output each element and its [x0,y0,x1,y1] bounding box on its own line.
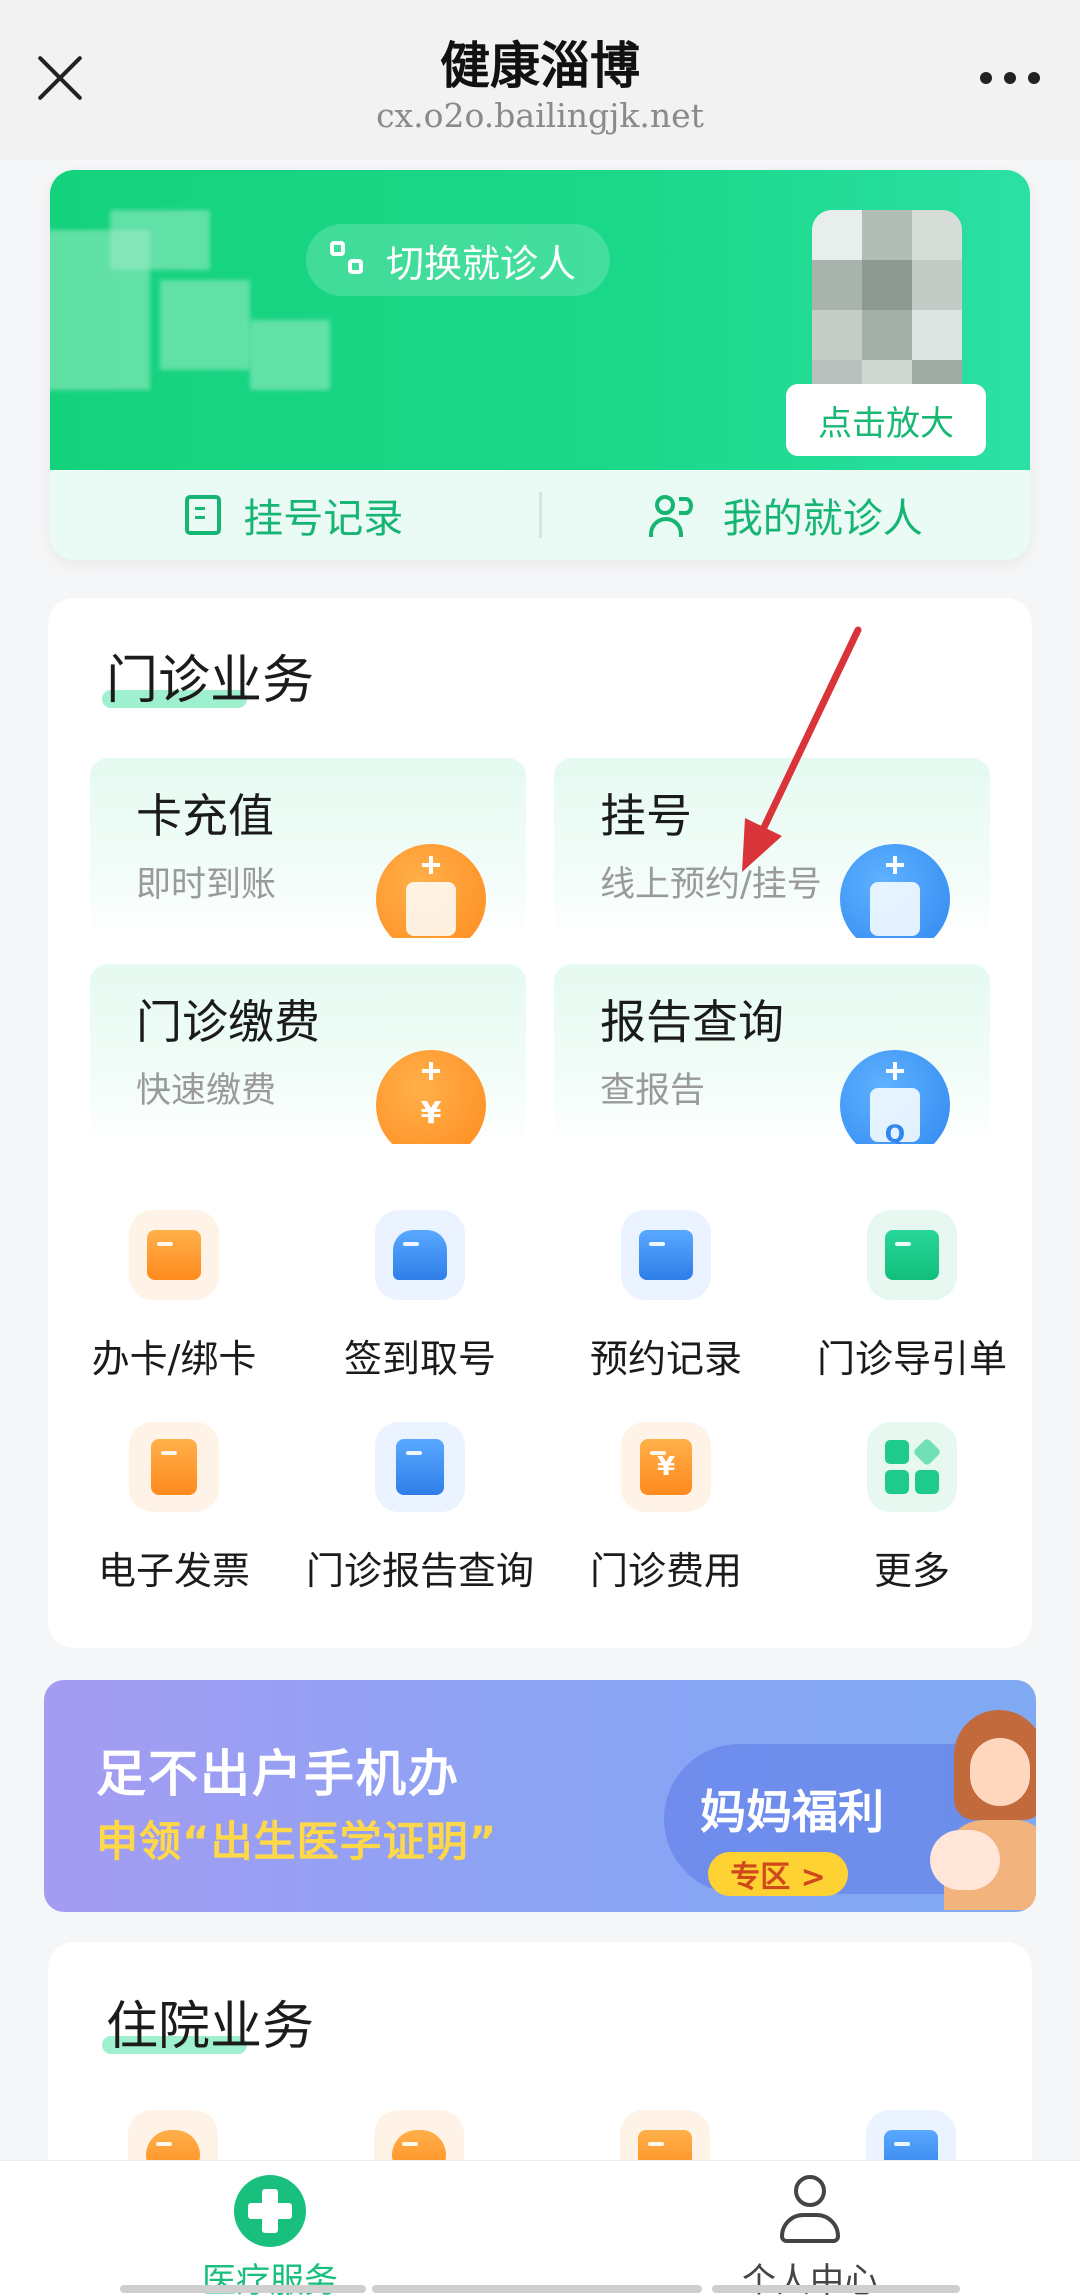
banner-zone-button[interactable]: 专区 > [708,1852,848,1896]
scroll-indicator [372,2285,702,2293]
banner-headline: 足不出户手机办 [96,1745,460,1803]
scroll-indicator [712,2285,960,2293]
banner-badge: 妈妈福利 [700,1785,884,1839]
banner-subline: 申领“出生医学证明” [96,1817,498,1866]
scroll-indicator [120,2285,366,2293]
promo-banner[interactable]: 足不出户手机办 申领“出生医学证明” 妈妈福利 专区 > [44,1680,1036,1912]
mother-baby-illustration [930,1710,1036,1910]
user-icon [774,2175,846,2247]
tab-medical-service[interactable]: 医疗服务 [120,2171,420,2295]
tab-personal-center[interactable]: 个人中心 [660,2171,960,2295]
bottom-tab-bar: 医疗服务 个人中心 [0,2160,1080,2295]
medical-cross-icon [234,2175,306,2247]
section-title: 住院业务 [106,1997,315,2057]
